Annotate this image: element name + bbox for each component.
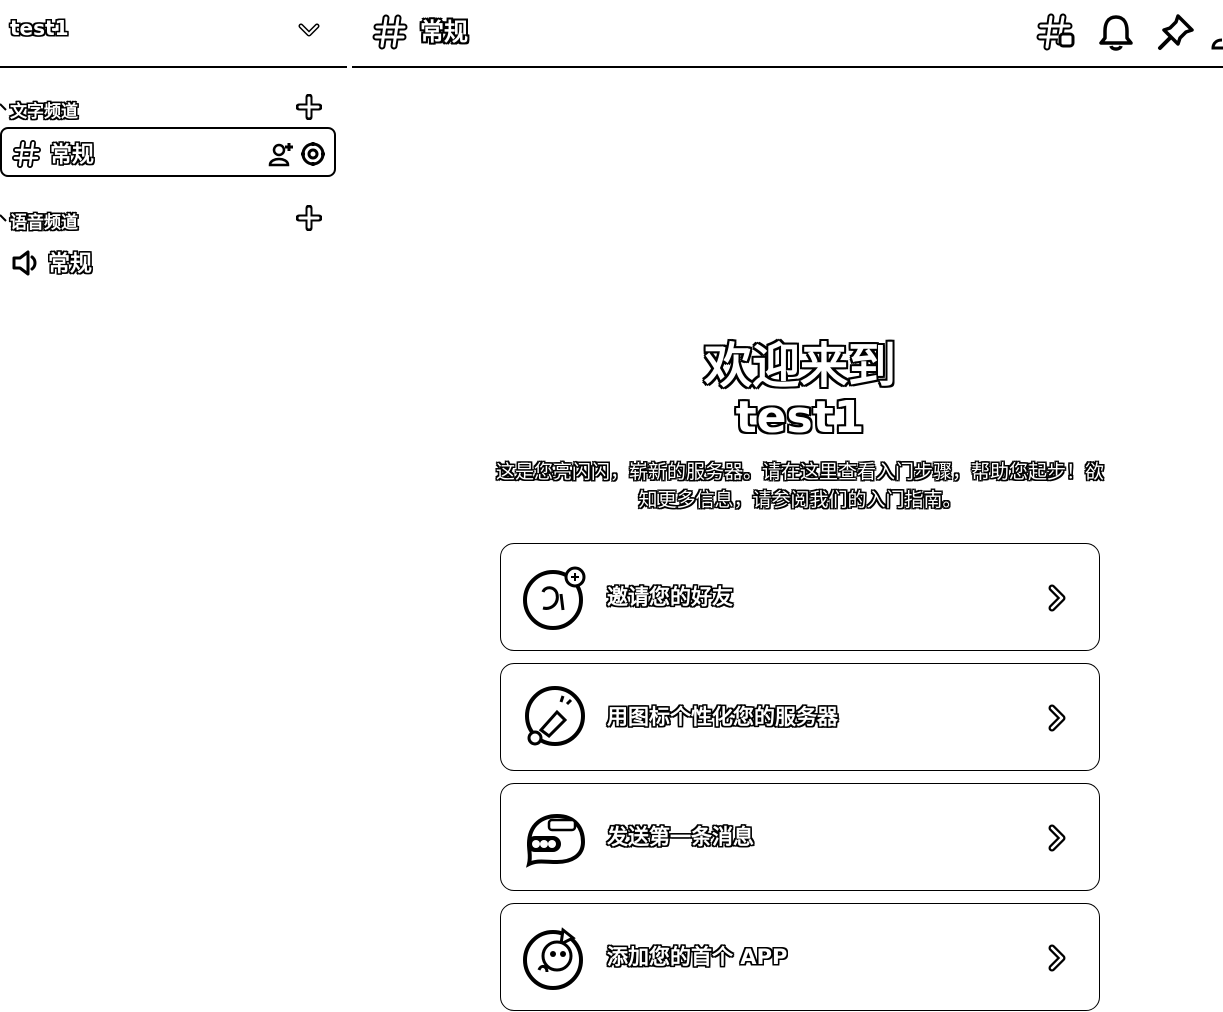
invite-user-icon[interactable]	[268, 141, 294, 167]
card-label: 添加您的首个 APP	[607, 945, 788, 969]
channel-label: 常规	[50, 143, 95, 168]
category-label: 文字频道	[10, 102, 78, 122]
card-invite-friends[interactable]: 邀请您的好友	[500, 543, 1100, 651]
chevron-right-icon	[1048, 584, 1066, 612]
gear-icon[interactable]	[300, 141, 326, 167]
server-sidebar: test1 文字频道 常规 语音频道 常规	[0, 0, 347, 1012]
card-label: 发送第一条消息	[607, 825, 754, 849]
hash-icon	[12, 140, 41, 168]
welcome-description: 这是您亮闪闪，崭新的服务器。请在这里查看入门步骤，帮助您起步！欲知更多信息，请参…	[496, 461, 1105, 511]
add-channel-icon[interactable]	[296, 94, 322, 120]
category-text-channels[interactable]: 文字频道	[0, 94, 347, 124]
app-icon	[523, 927, 583, 990]
chevron-down-icon[interactable]	[0, 213, 8, 223]
card-label: 邀请您的好友	[607, 585, 733, 609]
pin-icon[interactable]	[1156, 12, 1196, 52]
category-label: 语音频道	[10, 213, 78, 233]
message-icon	[526, 813, 586, 868]
welcome-title: 欢迎来到	[703, 338, 896, 394]
chevron-right-icon	[1048, 704, 1066, 732]
channel-header: 常规	[352, 0, 1223, 68]
card-add-first-app[interactable]: 添加您的首个 APP	[500, 903, 1100, 1011]
add-channel-icon[interactable]	[296, 205, 322, 231]
card-send-first-message[interactable]: 发送第一条消息	[500, 783, 1100, 891]
hash-icon	[372, 14, 408, 50]
channel-item-general-voice[interactable]: 常规	[0, 238, 336, 288]
card-customize-server[interactable]: 用图标个性化您的服务器	[500, 663, 1100, 771]
members-icon[interactable]	[1210, 12, 1223, 52]
chevron-right-icon	[1048, 824, 1066, 852]
chevron-right-icon	[1048, 944, 1066, 972]
welcome-server-name: test1	[735, 392, 865, 443]
server-header[interactable]: test1	[0, 0, 347, 68]
speaker-icon	[12, 250, 37, 276]
chevron-down-icon[interactable]	[0, 102, 8, 112]
bell-icon[interactable]	[1096, 12, 1136, 52]
invite-friends-icon	[523, 566, 586, 630]
chevron-down-icon[interactable]	[296, 18, 322, 42]
channel-item-general-text[interactable]: 常规	[0, 127, 336, 177]
threads-icon[interactable]	[1036, 12, 1076, 52]
card-label: 用图标个性化您的服务器	[607, 705, 838, 729]
server-name: test1	[10, 16, 69, 40]
channel-title: 常规	[420, 18, 468, 46]
customize-icon	[525, 686, 585, 746]
channel-label: 常规	[48, 252, 93, 277]
category-voice-channels[interactable]: 语音频道	[0, 205, 347, 235]
